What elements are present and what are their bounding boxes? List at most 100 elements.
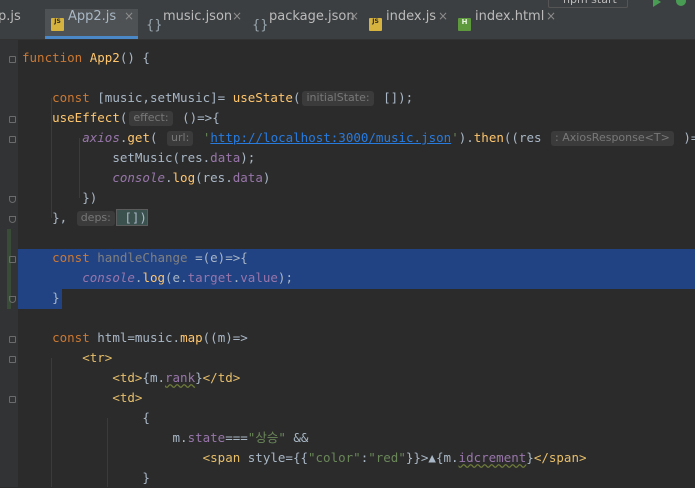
code-line-8: }) [22, 188, 97, 208]
code-line-1: function App2() { [22, 48, 150, 68]
tab-index-js[interactable]: JS index.js × [363, 9, 452, 39]
code-token: ( [292, 90, 301, 105]
code-token: (res. [172, 150, 211, 165]
code-line-21: <span style={{"color":"red"}}>▲{m.idcrem… [22, 448, 587, 468]
jsx-tag-token: </td> [202, 370, 241, 385]
function-name-token: log [142, 270, 166, 285]
code-token: ()=>{ [174, 110, 220, 125]
code-token: (res. [195, 170, 233, 185]
fold-icon[interactable] [9, 356, 16, 363]
url-link[interactable]: http://localhost:3000/music.json [210, 130, 451, 145]
tab-index-html[interactable]: H index.html × [452, 9, 560, 39]
function-name-token: useEffect [52, 110, 120, 125]
type-hint: : AxiosResponse<T> [551, 131, 674, 146]
fold-icon[interactable] [9, 336, 16, 343]
code-token: }) [82, 190, 98, 205]
keyword-token: const [52, 330, 98, 345]
property-token: data [232, 170, 263, 185]
js-file-icon: JS [369, 18, 382, 31]
fold-icon[interactable] [9, 256, 16, 263]
debug-icon[interactable] [676, 0, 686, 6]
tab-label: music.json [163, 9, 233, 24]
code-line-9: }, deps: []) [22, 208, 148, 228]
tab-label: package.json [269, 9, 355, 24]
keyword-token: const [52, 90, 98, 105]
function-name-token: log [172, 170, 196, 185]
tab-package-json[interactable]: {} package.json × [246, 9, 363, 39]
fold-icon[interactable] [9, 296, 16, 303]
code-token: }}>▲{m. [405, 450, 459, 465]
json-file-icon: {} [252, 18, 269, 33]
fold-icon[interactable] [9, 56, 16, 63]
jsx-tag-token: <tr> [82, 350, 113, 365]
code-token: ( [149, 130, 166, 145]
fold-icon[interactable] [9, 116, 16, 123]
tab-label: index.js [386, 9, 437, 24]
code-line-4: useEffect(effect: ()=>{ [22, 108, 220, 128]
property-token: data [210, 150, 241, 165]
code-token: } [195, 370, 203, 385]
function-name-token: then [473, 130, 504, 145]
code-token: && [285, 430, 309, 445]
code-line-17: <td>{m.rank}</td> [22, 368, 240, 388]
editor-gutter[interactable] [0, 40, 18, 487]
tab-p-js[interactable]: p.js [0, 9, 38, 39]
string-token: "color" [308, 450, 361, 465]
code-line-5: axios.get( url: 'http://localhost:3000/m… [22, 128, 695, 148]
attribute-token: style [247, 450, 286, 465]
identifier-token: m. [172, 430, 188, 445]
code-token: ) [262, 170, 271, 185]
code-line-3: const [music,setMusic]= useState(initial… [22, 88, 413, 108]
code-line-20: m.state==="상승" && [22, 428, 309, 448]
code-token: []); [375, 90, 414, 105]
code-token: =(e)=>{ [195, 250, 248, 265]
tab-label: App2.js [68, 9, 117, 24]
parameter-hint: effect: [129, 111, 173, 126]
run-config-select[interactable]: npm start [548, 0, 628, 8]
code-token: {m. [142, 370, 165, 385]
fold-icon[interactable] [9, 196, 16, 203]
fold-icon[interactable] [9, 216, 16, 223]
close-icon[interactable]: × [349, 9, 359, 23]
fold-icon[interactable] [9, 396, 16, 403]
code-token: ); [277, 270, 293, 285]
jsx-tag-token: </span> [533, 450, 587, 465]
code-line-6: setMusic(res.data); [22, 148, 255, 168]
function-name-token: useState [232, 90, 293, 105]
code-token: } [52, 290, 60, 305]
code-token: { [142, 410, 150, 425]
run-icon[interactable] [653, 0, 661, 7]
code-editor[interactable]: function App2() { const [music,setMusic]… [18, 40, 695, 487]
parameter-hint: url: [167, 131, 194, 146]
identifier-token: handleChange [97, 250, 196, 265]
code-token: }, [52, 210, 75, 225]
parameter-hint: deps: [76, 211, 115, 226]
string-token: "상승" [247, 430, 286, 445]
string-token: ' [195, 130, 211, 145]
js-file-icon: JS [51, 18, 64, 31]
property-token: target [187, 270, 233, 285]
tab-music-json[interactable]: {} music.json × [140, 9, 246, 39]
code-token: () { [119, 50, 150, 65]
code-line-13: } [22, 288, 60, 308]
code-token: ); [240, 150, 256, 165]
identifier-token: console [82, 270, 135, 285]
code-line-15: const html=music.map((m)=> [22, 328, 248, 348]
close-icon[interactable]: × [438, 9, 448, 23]
jsx-tag-token: <span [202, 450, 248, 465]
html-file-icon: H [458, 18, 471, 31]
close-icon[interactable]: × [546, 9, 556, 23]
tab-app2-js[interactable]: JS App2.js × [45, 9, 138, 39]
top-toolbar-strip: npm start [0, 0, 695, 9]
code-token: [music,setMusic]= [97, 90, 233, 105]
keyword-token: const [52, 250, 98, 265]
editor-tab-bar: p.js JS App2.js × {} music.json × {} pac… [0, 9, 695, 40]
code-token: ((m)=> [202, 330, 248, 345]
string-token: "red" [368, 450, 406, 465]
close-icon[interactable]: × [232, 9, 242, 23]
close-icon[interactable]: × [124, 9, 134, 23]
fold-icon[interactable] [9, 136, 16, 143]
code-line-7: console.log(res.data) [22, 168, 270, 188]
code-token: ((res [503, 130, 550, 145]
tab-label: index.html [475, 9, 545, 24]
